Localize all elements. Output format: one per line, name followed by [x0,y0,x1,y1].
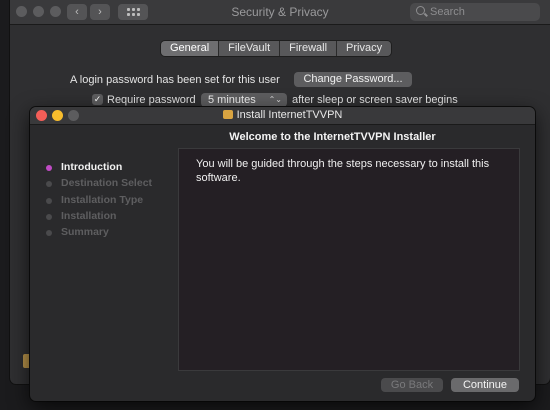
step-label: Installation [61,209,117,222]
step-summary: Summary [46,226,152,242]
step-indicator-dot [46,213,52,220]
step-installation: Installation [46,210,152,226]
require-password-checkbox[interactable]: ✓ [92,94,103,105]
step-label: Installation Type [61,193,144,206]
step-label: Summary [61,226,109,239]
search-icon [416,6,425,15]
prefs-titlebar: ‹ › Security & Privacy Search [10,0,550,25]
tab-firewall[interactable]: Firewall [279,41,337,56]
delay-select-value: 5 minutes [208,94,256,106]
require-password-delay-select[interactable]: 5 minutes ⌃⌄ [201,93,287,107]
installer-titlebar: Install InternetTVVPN [30,107,535,125]
desktop: ‹ › Security & Privacy Search General Fi… [0,0,550,410]
installer-body-text: You will be guided through the steps nec… [196,158,490,184]
installer-content-pane[interactable]: You will be guided through the steps nec… [178,148,520,371]
search-placeholder: Search [430,6,465,18]
tab-general[interactable]: General [161,41,219,56]
tab-privacy[interactable]: Privacy [336,41,392,56]
step-installation-type: Installation Type [46,194,152,210]
installer-window: Install InternetTVVPN Welcome to the Int… [30,107,535,401]
change-password-button[interactable]: Change Password... [294,72,412,87]
go-back-button[interactable]: Go Back [381,378,443,392]
prefs-tab-bar: General FileVault Firewall Privacy [161,41,392,56]
step-label: Destination Select [61,177,153,190]
login-password-text: A login password has been set for this u… [70,74,280,86]
step-indicator-dot [46,230,52,237]
installer-heading: Welcome to the InternetTVVPN Installer [229,131,436,143]
installer-steps-list: Introduction Destination Select Installa… [46,161,152,242]
step-indicator-dot [46,165,52,171]
updown-arrows-icon: ⌃⌄ [268,95,282,104]
checkmark-icon: ✓ [93,94,102,104]
continue-button[interactable]: Continue [451,378,519,392]
step-indicator-dot [46,181,52,188]
require-password-label: Require password [107,94,196,106]
search-field[interactable]: Search [410,3,540,21]
installer-title: Install InternetTVVPN [30,109,535,121]
step-introduction: Introduction [46,161,152,177]
after-sleep-text: after sleep or screen saver begins [292,94,458,106]
step-destination-select: Destination Select [46,177,152,193]
package-icon [222,110,233,119]
tab-filevault[interactable]: FileVault [218,41,280,56]
step-label: Introduction [61,161,123,173]
installer-title-text: Install InternetTVVPN [236,109,343,121]
step-indicator-dot [46,197,52,204]
